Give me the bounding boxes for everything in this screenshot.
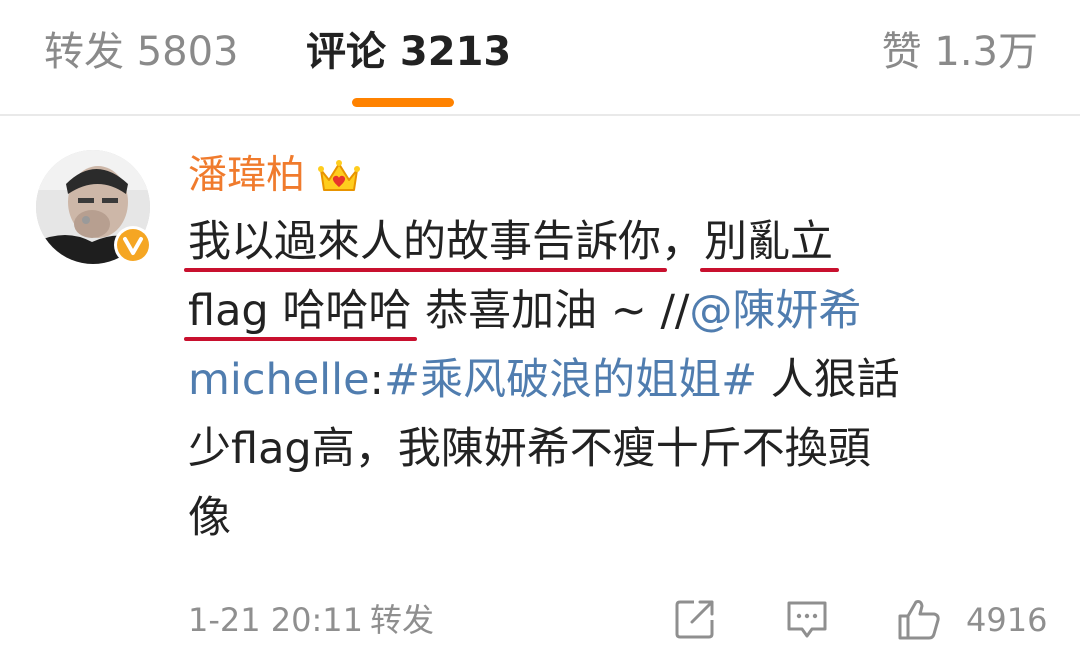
tab-reposts[interactable]: 转发 5803 [44, 28, 239, 76]
tab-likes[interactable]: 赞 1.3万 [882, 28, 1038, 76]
comment-line: 像 [188, 484, 1018, 553]
hashtag-link[interactable]: #乘风破浪的姐姐# [384, 355, 757, 405]
comment-text-fragment: 像 [188, 493, 231, 543]
comment-text-fragment: 恭喜加油 ~ // [411, 286, 690, 336]
verified-v-icon [117, 229, 149, 261]
underlined-phrase: 別亂立 [700, 208, 839, 277]
comment-text-fragment: 人狠話 [757, 355, 900, 405]
comment-timestamp: 1-21 20:11 [188, 601, 364, 639]
mention-link-continued[interactable]: michelle [188, 355, 370, 405]
username-row: 潘瑋柏 [188, 150, 361, 202]
comment-line: flag 哈哈哈 恭喜加油 ~ //@陳妍希 [183, 277, 1018, 346]
comment-line: michelle:#乘风破浪的姐姐# 人狠話 [188, 346, 1018, 415]
active-tab-indicator [352, 98, 454, 107]
crown-icon[interactable] [317, 156, 361, 196]
username[interactable]: 潘瑋柏 [188, 151, 305, 201]
comment-line: 少flag高，我陳妍希不瘦十斤不換頭 [188, 415, 1018, 484]
thumbs-up-icon[interactable] [896, 596, 942, 642]
verified-badge [114, 226, 152, 264]
repost-link[interactable]: 转发 [370, 600, 434, 640]
comment-text-fragment: 少flag高，我陳妍希不瘦十斤不換頭 [188, 424, 871, 474]
like-count: 4916 [966, 601, 1048, 639]
comment-text: 我以過來人的故事告訴你，別亂立 flag 哈哈哈 恭喜加油 ~ //@陳妍希 m… [183, 208, 1018, 553]
underlined-phrase: flag 哈哈哈 [183, 277, 418, 346]
comment-line: 我以過來人的故事告訴你，別亂立 [184, 208, 1018, 277]
tab-comments[interactable]: 评论 3213 [306, 28, 511, 76]
comment-text-fragment: ， [661, 217, 704, 267]
comment-tabs-bar: 转发 5803 评论 3213 赞 1.3万 [0, 0, 1080, 116]
comment-icon[interactable] [784, 596, 830, 642]
underlined-phrase: 我以過來人的故事告訴你 [184, 208, 667, 277]
comment-item: 潘瑋柏 我以過來人的故事告訴你，別亂立 flag 哈哈哈 恭喜加油 ~ //@陳… [0, 116, 1080, 664]
mention-link[interactable]: @陳妍希 [689, 286, 861, 336]
comment-text-fragment: : [369, 355, 385, 405]
comment-footer: 1-21 20:11 转发 4916 [0, 596, 1080, 644]
share-icon[interactable] [672, 596, 718, 642]
